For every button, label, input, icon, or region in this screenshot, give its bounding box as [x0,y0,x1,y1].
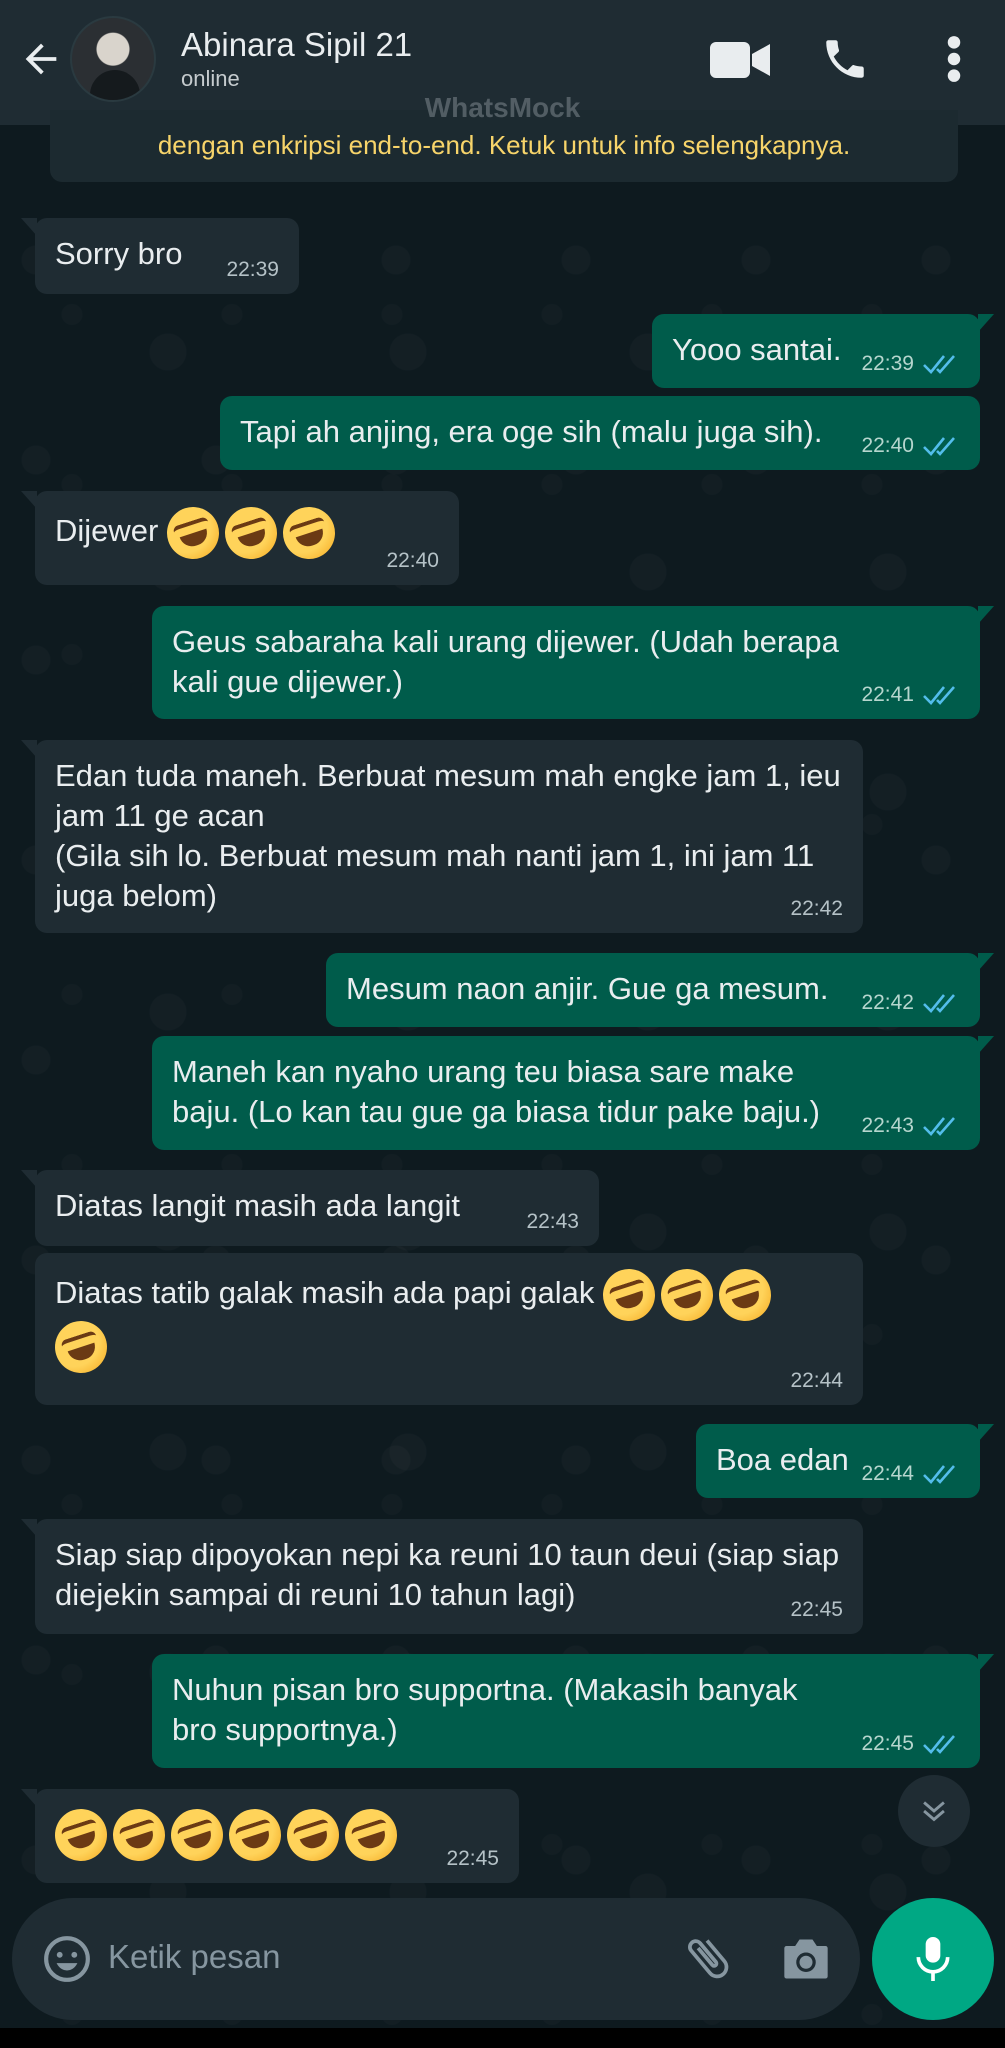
rofl-emoji-icon [106,1802,172,1868]
message-input-bar[interactable]: Ketik pesan [12,1898,860,2020]
incoming-message[interactable]: Sorry bro 22:39 [21,218,299,294]
message-meta: 22:43 [861,1114,960,1138]
emoji-icon[interactable] [42,1934,92,1984]
rofl-emoji-icon [280,1802,346,1868]
rofl-emoji-icon [48,1802,114,1868]
message-meta: 22:40 [861,434,960,458]
message-time: 22:45 [790,1598,843,1621]
message-text: Tapi ah anjing, era oge sih (malu juga s… [240,414,823,449]
outgoing-message[interactable]: Tapi ah anjing, era oge sih (malu juga s… [220,396,980,470]
message-meta: 22:41 [861,683,960,707]
message-time: 22:42 [861,991,914,1014]
outgoing-message[interactable]: Mesum naon anjir. Gue ga mesum. 22:42 [326,953,994,1027]
message-text: Edan tuda maneh. Berbuat mesum mah engke… [55,758,841,913]
rofl-emoji-icon [654,1262,720,1328]
rofl-emoji-icon [276,500,342,566]
phone-icon[interactable] [820,34,870,84]
message-text: Yooo santai. [672,332,842,367]
mic-button[interactable] [872,1898,994,2020]
message-time: 22:43 [526,1210,579,1233]
rofl-emoji-icon [48,1314,114,1380]
nav-bar-strip [0,2028,1005,2048]
rofl-emoji-icon [712,1262,778,1328]
rofl-emoji-icon [596,1262,662,1328]
double-check-icon [923,1117,955,1136]
message-text: Dijewer [55,500,439,566]
message-meta: 22:45 [446,1847,499,1871]
message-text: Boa edan [716,1442,849,1477]
message-meta: 22:42 [790,897,843,921]
message-meta: 22:43 [526,1210,579,1234]
message-text: Mesum naon anjir. Gue ga mesum. [346,971,829,1006]
message-time: 22:39 [861,352,914,375]
microphone-icon [916,1937,950,1981]
scroll-down-button[interactable] [898,1775,970,1847]
message-input[interactable]: Ketik pesan [108,1938,280,1976]
contact-status: online [181,66,240,91]
message-meta: 22:39 [226,258,279,282]
message-meta: 22:44 [790,1369,843,1393]
incoming-message[interactable]: Siap siap dipoyokan nepi ka reuni 10 tau… [21,1519,863,1634]
double-check-icon [923,355,955,374]
message-time: 22:40 [386,549,439,572]
message-text: Diatas tatib galak masih ada papi galak [48,1262,843,1380]
message-time: 22:45 [861,1732,914,1755]
message-text: Siap siap dipoyokan nepi ka reuni 10 tau… [55,1537,848,1612]
message-time: 22:39 [226,258,279,281]
rofl-emoji-icon [222,1802,288,1868]
double-check-icon [923,994,955,1013]
double-check-icon [923,1735,955,1754]
contact-name[interactable]: Abinara Sipil 21 [181,26,412,64]
message-time: 22:42 [790,897,843,920]
video-call-icon[interactable] [710,38,770,82]
message-time: 22:40 [861,434,914,457]
outgoing-message[interactable]: Nuhun pisan bro supportna. (Makasih bany… [152,1654,994,1768]
incoming-message[interactable]: Diatas tatib galak masih ada papi galak … [35,1253,863,1405]
message-text: Geus sabaraha kali urang dijewer. (Udah … [172,624,848,699]
message-time: 22:43 [861,1114,914,1137]
message-meta: 22:44 [861,1462,960,1486]
message-meta: 22:45 [861,1732,960,1756]
incoming-message[interactable]: Edan tuda maneh. Berbuat mesum mah engke… [21,740,863,933]
message-time: 22:44 [790,1369,843,1392]
message-meta: 22:45 [790,1598,843,1622]
outgoing-message[interactable]: Maneh kan nyaho urang teu biasa sare mak… [152,1036,994,1150]
rofl-emoji-icon [160,500,226,566]
outgoing-message[interactable]: Geus sabaraha kali urang dijewer. (Udah … [152,606,994,719]
incoming-message[interactable]: Diatas langit masih ada langit 22:43 [21,1170,599,1246]
watermark: WhatsMock [424,92,581,123]
attach-icon[interactable] [680,1930,736,1986]
camera-icon[interactable] [780,1934,832,1984]
avatar[interactable] [70,16,156,102]
message-meta: 22:40 [386,549,439,573]
back-arrow-icon[interactable] [18,36,64,82]
message-text: Nuhun pisan bro supportna. (Makasih bany… [172,1672,807,1747]
message-time: 22:44 [861,1462,914,1485]
message-meta: 22:42 [861,991,960,1015]
message-time: 22:41 [861,683,914,706]
chevron-double-down-icon [923,1801,945,1822]
encryption-notice-text: dengan enkripsi end-to-end. Ketuk untuk … [157,130,851,160]
outgoing-message[interactable]: Yooo santai. 22:39 [652,314,994,388]
more-vert-icon[interactable] [944,34,964,84]
rofl-emoji-icon [218,500,284,566]
rofl-emoji-icon [164,1802,230,1868]
message-text: Maneh kan nyaho urang teu biasa sare mak… [172,1054,821,1129]
message-text: Diatas langit masih ada langit [55,1188,460,1223]
double-check-icon [923,686,955,705]
double-check-icon [923,1465,955,1484]
rofl-emoji-icon [338,1802,404,1868]
incoming-message[interactable]: 22:45 [21,1789,519,1883]
message-time: 22:45 [446,1847,499,1870]
message-meta: 22:39 [861,352,960,376]
outgoing-message[interactable]: Boa edan 22:44 [696,1424,994,1498]
double-check-icon [923,437,955,456]
incoming-message[interactable]: Dijewer 22:40 [21,491,459,585]
